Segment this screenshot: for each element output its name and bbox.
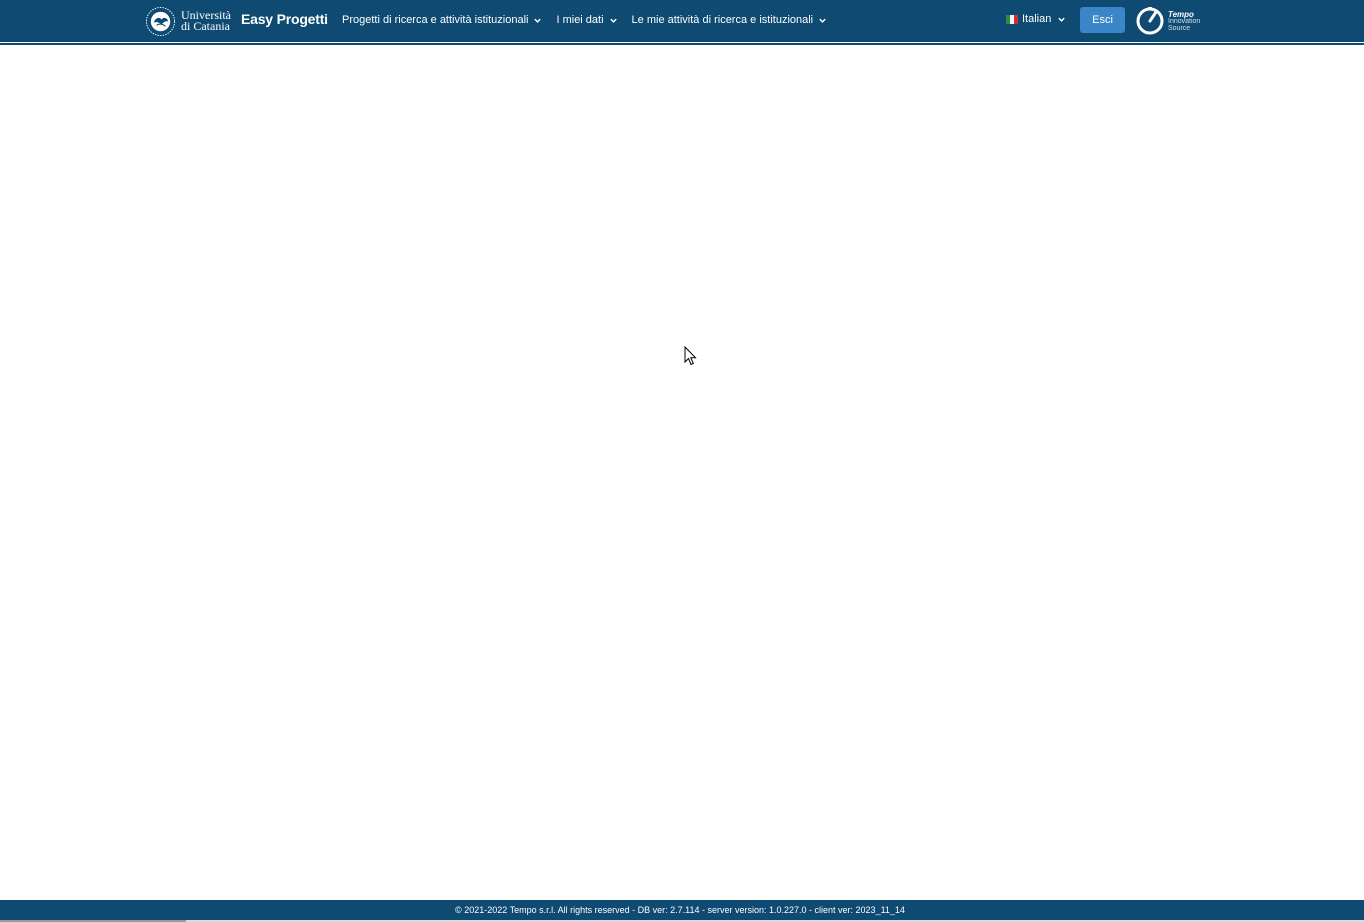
menu-my-data-label: I miei dati	[556, 14, 604, 26]
footer: © 2021-2022 Tempo s.r.l. All rights rese…	[0, 900, 1364, 920]
university-name-line2: di Catania	[181, 19, 230, 33]
tempo-logo-icon	[1136, 7, 1164, 35]
chevron-down-icon	[819, 18, 826, 23]
logout-button[interactable]: Esci	[1080, 7, 1125, 33]
italy-flag-icon	[1006, 14, 1018, 24]
vendor-name: Tempo Innovation Source	[1168, 9, 1201, 32]
vendor-name-line3: Source	[1168, 24, 1191, 32]
chevron-down-icon	[1058, 17, 1066, 22]
menu-projects-label: Progetti di ricerca e attività istituzio…	[342, 14, 529, 26]
mouse-cursor-icon	[684, 346, 697, 366]
vendor-name-line2: Innovation	[1168, 17, 1201, 25]
main-menu: Progetti di ricerca e attività istituzio…	[342, 13, 841, 27]
menu-projects[interactable]: Progetti di ricerca e attività istituzio…	[342, 14, 542, 26]
footer-copyright: © 2021-2022 Tempo s.r.l. All rights rese…	[455, 905, 905, 915]
vendor-logo[interactable]: Tempo Innovation Source	[1135, 5, 1200, 37]
language-label: Italian	[1022, 13, 1052, 25]
language-selector[interactable]: Italian	[1006, 13, 1066, 25]
university-seal-icon	[145, 6, 176, 36]
university-brand[interactable]: Università di Catania	[145, 4, 231, 38]
app-title[interactable]: Easy Progetti	[241, 11, 328, 27]
chevron-down-icon	[609, 18, 617, 23]
university-name: Università di Catania	[181, 9, 231, 33]
menu-my-activities[interactable]: Le mie attività di ricerca e istituziona…	[632, 14, 828, 26]
navbar-divider	[0, 43, 1364, 45]
menu-my-activities-label: Le mie attività di ricerca e istituziona…	[631, 14, 814, 26]
vendor-name-line1: Tempo	[1168, 9, 1194, 19]
top-navbar: Università di Catania Easy Progetti Prog…	[0, 0, 1364, 42]
menu-my-data[interactable]: I miei dati	[556, 14, 617, 26]
chevron-down-icon	[534, 18, 542, 23]
